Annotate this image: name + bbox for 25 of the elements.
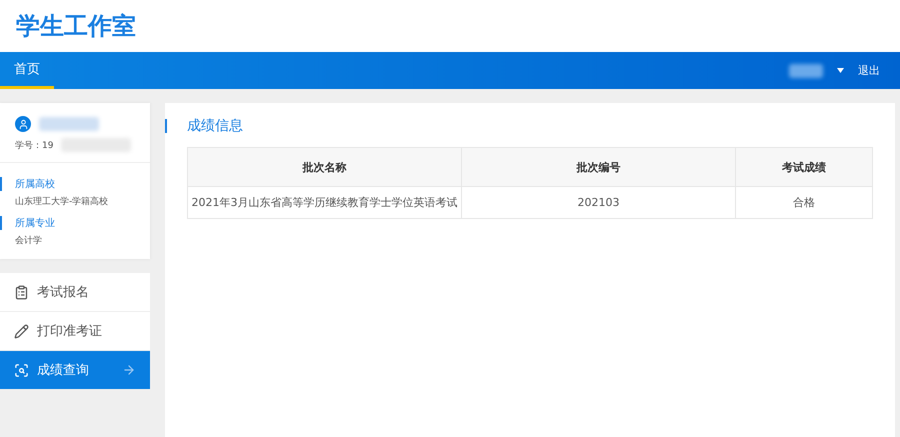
menu-item[interactable]: 成绩查询 xyxy=(0,351,150,390)
user-avatar-icon xyxy=(15,116,31,132)
student-id: 学号：19 xyxy=(15,140,54,152)
section-value: 会计学 xyxy=(14,234,43,247)
site-title: 学生工作室 xyxy=(16,11,136,42)
logout-link[interactable]: 退出 xyxy=(858,63,880,78)
section-label: 所属专业 xyxy=(0,216,150,230)
column-header: 批次名称 xyxy=(188,148,462,186)
table-cell: 合格 xyxy=(736,186,872,218)
column-header: 批次编号 xyxy=(462,148,736,186)
arrow-icon xyxy=(122,363,136,377)
accent-bar xyxy=(165,119,167,133)
section-label: 所属高校 xyxy=(0,177,150,191)
search-icon xyxy=(14,362,29,378)
table-cell: 2021年3月山东省高等学历继续教育学士学位英语考试 xyxy=(188,186,462,218)
caret-icon[interactable] xyxy=(837,68,844,73)
section-value: 山东理工大学-学籍高校 xyxy=(14,196,110,208)
redacted-blur xyxy=(39,117,99,131)
table-cell: 202103 xyxy=(462,186,736,218)
redacted-blur xyxy=(789,64,823,78)
clipboard-icon xyxy=(14,284,29,300)
column-header: 考试成绩 xyxy=(736,148,872,186)
nav-tab[interactable]: 首页 xyxy=(0,52,54,89)
pencil-icon xyxy=(14,324,29,338)
section-title: 成绩信息 xyxy=(187,117,243,135)
